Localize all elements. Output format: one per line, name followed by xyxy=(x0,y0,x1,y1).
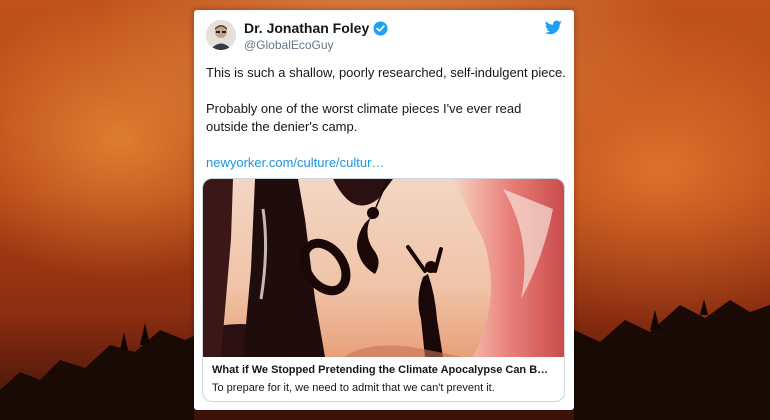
tweet-paragraph-1: This is such a shallow, poorly researche… xyxy=(206,65,566,80)
article-description: To prepare for it, we need to admit that… xyxy=(212,382,495,394)
author-name[interactable]: Dr. Jonathan Foley xyxy=(244,20,369,36)
tweet-header: Dr. Jonathan Foley @GlobalEcoGuy xyxy=(202,16,566,54)
tweet-card[interactable]: Dr. Jonathan Foley @GlobalEcoGuy This is… xyxy=(194,10,574,410)
twitter-bird-icon[interactable] xyxy=(544,20,562,35)
link-preview-card[interactable]: What if We Stopped Pretending the Climat… xyxy=(202,178,565,402)
tweet-paragraph-2: Probably one of the worst climate pieces… xyxy=(206,101,522,134)
verified-badge-icon xyxy=(373,21,388,36)
article-title[interactable]: What if We Stopped Pretending the Climat… xyxy=(212,363,555,378)
article-link[interactable]: newyorker.com/culture/cultur… xyxy=(206,154,566,172)
article-illustration-image[interactable] xyxy=(203,179,565,357)
card-info: What if We Stopped Pretending the Climat… xyxy=(203,357,564,396)
author-name-row: Dr. Jonathan Foley xyxy=(244,20,388,36)
author-handle[interactable]: @GlobalEcoGuy xyxy=(244,38,334,52)
tweet-body: This is such a shallow, poorly researche… xyxy=(206,64,566,172)
author-avatar[interactable] xyxy=(206,20,236,50)
